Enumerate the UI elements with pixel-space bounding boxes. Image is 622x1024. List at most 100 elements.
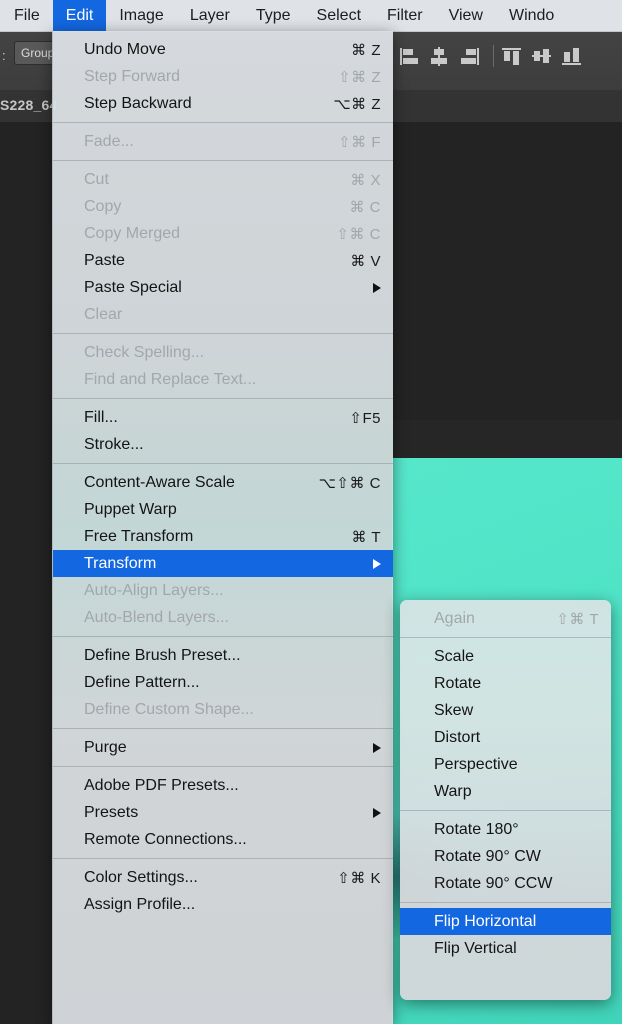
menu-item-shortcut: ⌘ Z — [351, 41, 381, 59]
menu-item-copy-merged: Copy Merged ⇧⌘ C — [53, 220, 393, 247]
menu-item-rotate-180[interactable]: Rotate 180° — [400, 816, 611, 843]
menu-item-label: Color Settings... — [84, 868, 198, 886]
menu-item-label: Warp — [434, 782, 472, 800]
menu-item-paste-special[interactable]: Paste Special — [53, 274, 393, 301]
menu-item-undo-move[interactable]: Undo Move ⌘ Z — [53, 36, 393, 63]
menu-item-shortcut: ⌘ C — [349, 198, 381, 216]
menubar-item-label: Edit — [65, 6, 94, 24]
menu-item-shortcut: ⇧⌘ Z — [338, 68, 381, 86]
menu-item-shortcut: ⌘ T — [351, 528, 381, 546]
align-vertical-centers-icon[interactable] — [532, 47, 551, 66]
menu-item-label: Define Custom Shape... — [84, 700, 254, 718]
menu-separator — [53, 398, 393, 399]
menu-item-label: Paste — [84, 251, 125, 269]
menubar-item-select[interactable]: Select — [304, 0, 374, 31]
menu-item-scale[interactable]: Scale — [400, 643, 611, 670]
align-right-edges-icon[interactable] — [460, 47, 479, 66]
menubar-item-label: Type — [255, 6, 291, 24]
menubar-item-image[interactable]: Image — [106, 0, 176, 31]
menu-item-perspective[interactable]: Perspective — [400, 751, 611, 778]
menu-item-purge[interactable]: Purge — [53, 734, 393, 761]
menu-item-stroke[interactable]: Stroke... — [53, 431, 393, 458]
menu-item-shortcut: ⌘ V — [350, 252, 381, 270]
menubar-item-file[interactable]: File — [0, 0, 53, 31]
menu-item-presets[interactable]: Presets — [53, 799, 393, 826]
menu-item-fill[interactable]: Fill... ⇧F5 — [53, 404, 393, 431]
align-left-edges-icon[interactable] — [400, 47, 419, 66]
menu-item-define-pattern[interactable]: Define Pattern... — [53, 669, 393, 696]
menu-item-transform[interactable]: Transform — [53, 550, 393, 577]
menu-item-label: Distort — [434, 728, 481, 746]
align-icons-group-2 — [502, 47, 581, 66]
menu-separator — [53, 160, 393, 161]
menubar-item-view[interactable]: View — [436, 0, 496, 31]
menu-item-define-brush-preset[interactable]: Define Brush Preset... — [53, 642, 393, 669]
menu-separator — [53, 463, 393, 464]
menu-item-shortcut: ⇧⌘ T — [556, 610, 599, 628]
menu-item-rotate[interactable]: Rotate — [400, 670, 611, 697]
menubar-item-label: Image — [119, 6, 164, 24]
menu-item-warp[interactable]: Warp — [400, 778, 611, 805]
menu-item-shortcut: ⌘ X — [350, 171, 381, 189]
menu-item-puppet-warp[interactable]: Puppet Warp — [53, 496, 393, 523]
menu-item-content-aware-scale[interactable]: Content-Aware Scale ⌥⇧⌘ C — [53, 469, 393, 496]
menu-item-define-custom-shape: Define Custom Shape... — [53, 696, 393, 723]
menu-item-flip-horizontal[interactable]: Flip Horizontal — [400, 908, 611, 935]
menu-item-label: Step Forward — [84, 67, 181, 85]
menu-item-shortcut: ⌥⇧⌘ C — [318, 474, 381, 492]
menu-item-check-spelling: Check Spelling... — [53, 339, 393, 366]
menu-item-label: Perspective — [434, 755, 518, 773]
menu-item-distort[interactable]: Distort — [400, 724, 611, 751]
menu-item-label: Copy Merged — [84, 224, 181, 242]
canvas-gutter — [392, 420, 622, 458]
menu-item-rotate-90-cw[interactable]: Rotate 90° CW — [400, 843, 611, 870]
menu-item-label: Rotate 90° CW — [434, 847, 541, 865]
submenu-arrow-icon — [373, 558, 381, 569]
align-icons-group-1 — [400, 47, 479, 66]
menu-item-label: Purge — [84, 738, 127, 756]
menu-item-remote-connections[interactable]: Remote Connections... — [53, 826, 393, 853]
menubar-item-edit[interactable]: Edit — [52, 0, 107, 31]
menubar-item-windo[interactable]: Windo — [496, 0, 567, 31]
menu-separator — [53, 858, 393, 859]
menu-item-step-backward[interactable]: Step Backward ⌥⌘ Z — [53, 90, 393, 117]
menu-separator — [53, 728, 393, 729]
menu-separator — [53, 333, 393, 334]
document-tab-title[interactable]: S228_64 — [0, 97, 57, 113]
menubar-item-filter[interactable]: Filter — [374, 0, 436, 31]
menubar-item-type[interactable]: Type — [243, 0, 304, 31]
menu-item-color-settings[interactable]: Color Settings... ⇧⌘ K — [53, 864, 393, 891]
menu-item-label: Rotate — [434, 674, 482, 692]
menu-separator — [53, 636, 393, 637]
menubar-item-layer[interactable]: Layer — [177, 0, 243, 31]
menu-item-free-transform[interactable]: Free Transform ⌘ T — [53, 523, 393, 550]
menubar-item-label: Layer — [189, 6, 230, 24]
menubar-item-label: View — [448, 6, 483, 24]
menu-item-shortcut: ⌥⌘ Z — [333, 95, 381, 113]
align-bottom-edges-icon[interactable] — [562, 47, 581, 66]
menu-item-label: Rotate 180° — [434, 820, 519, 838]
menu-item-label: Stroke... — [84, 435, 144, 453]
menu-item-shortcut: ⇧⌘ F — [338, 133, 381, 151]
menu-item-rotate-90-ccw[interactable]: Rotate 90° CCW — [400, 870, 611, 897]
menu-item-label: Free Transform — [84, 527, 194, 545]
edit-menu-dropdown: Undo Move ⌘ Z Step Forward ⇧⌘ Z Step Backwar… — [52, 31, 393, 1024]
align-horizontal-centers-icon[interactable] — [430, 47, 449, 66]
align-top-edges-icon[interactable] — [502, 47, 521, 66]
menu-separator — [53, 122, 393, 123]
menu-item-label: Check Spelling... — [84, 343, 205, 361]
menu-item-skew[interactable]: Skew — [400, 697, 611, 724]
menu-item-paste[interactable]: Paste ⌘ V — [53, 247, 393, 274]
menu-item-label: Presets — [84, 803, 139, 821]
menu-item-adobe-pdf-presets[interactable]: Adobe PDF Presets... — [53, 772, 393, 799]
menu-item-cut: Cut ⌘ X — [53, 166, 393, 193]
menu-separator — [400, 810, 611, 811]
menu-item-label: Undo Move — [84, 40, 166, 58]
menu-item-auto-blend-layers: Auto-Blend Layers... — [53, 604, 393, 631]
menu-item-flip-vertical[interactable]: Flip Vertical — [400, 935, 611, 962]
menu-item-label: Paste Special — [84, 278, 182, 296]
menu-item-assign-profile[interactable]: Assign Profile... — [53, 891, 393, 918]
menu-item-label: Auto-Blend Layers... — [84, 608, 229, 626]
menu-item-shortcut: ⇧⌘ K — [337, 869, 381, 887]
menu-item-label: Flip Horizontal — [434, 912, 537, 930]
